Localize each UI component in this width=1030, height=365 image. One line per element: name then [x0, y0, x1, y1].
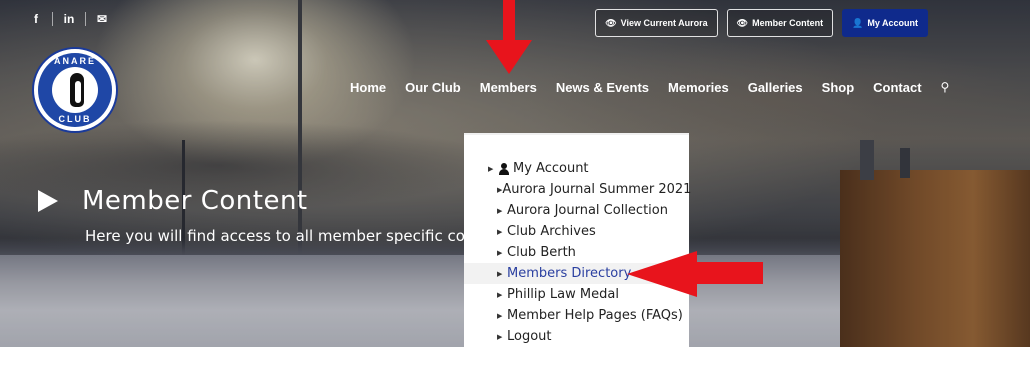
menu-item-label: Aurora Journal Collection [507, 203, 668, 218]
social-links: f in ✉ [28, 12, 110, 26]
page-title: Member Content [82, 186, 308, 216]
menu-item-label: My Account [513, 161, 589, 176]
eye-icon: 👁 [736, 17, 749, 28]
arrow-head [627, 251, 697, 297]
divider [85, 12, 86, 26]
caret-right-icon: ▶ [497, 227, 503, 236]
top-buttons: 👁 View Current Aurora 👁 Member Content 👤… [595, 9, 928, 37]
menu-item-label: Phillip Law Medal [507, 287, 619, 302]
facebook-icon[interactable]: f [28, 12, 44, 26]
anare-club-logo[interactable]: ANARE CLUB [32, 47, 118, 133]
logo-text-bottom: CLUB [58, 114, 92, 124]
page-subtitle: Here you will find access to all member … [85, 227, 505, 245]
button-label: My Account [867, 18, 918, 28]
view-current-aurora-button[interactable]: 👁 View Current Aurora [595, 9, 718, 37]
arrow-shaft [503, 0, 515, 44]
nav-news-events[interactable]: News & Events [556, 80, 649, 95]
menu-item-label: Club Archives [507, 224, 596, 239]
page-title-block: Member Content [38, 186, 308, 216]
nav-home[interactable]: Home [350, 80, 386, 95]
menu-item-club-archives[interactable]: ▶ Club Archives [464, 221, 689, 242]
button-label: View Current Aurora [620, 18, 708, 28]
caret-right-icon: ▶ [497, 206, 503, 215]
caret-right-icon: ▶ [497, 269, 503, 278]
nav-contact[interactable]: Contact [873, 80, 921, 95]
members-dropdown-menu: ▶ My Account ▶ Aurora Journal Summer 202… [464, 133, 692, 365]
nav-members[interactable]: Members [480, 80, 537, 95]
caret-right-icon: ▶ [497, 332, 503, 341]
nav-galleries[interactable]: Galleries [748, 80, 803, 95]
divider [52, 12, 53, 26]
menu-item-logout[interactable]: ▶ Logout [464, 326, 689, 347]
caret-right-icon: ▶ [497, 248, 503, 257]
member-content-button[interactable]: 👁 Member Content [726, 9, 834, 37]
annotation-arrow-down-icon [486, 0, 532, 75]
my-account-button[interactable]: 👤 My Account [842, 9, 928, 37]
arrow-head [486, 40, 532, 74]
annotation-arrow-left-icon [627, 251, 763, 297]
nav-memories[interactable]: Memories [668, 80, 729, 95]
menu-item-label: Aurora Journal Summer 2021 [502, 182, 692, 197]
menu-item-aurora-journal-summer-2021[interactable]: ▶ Aurora Journal Summer 2021 [464, 179, 692, 200]
menu-item-label: Club Berth [507, 245, 576, 260]
menu-item-label: Logout [507, 329, 552, 344]
user-icon [498, 162, 510, 175]
button-label: Member Content [752, 18, 824, 28]
caret-right-icon: ▶ [488, 164, 494, 173]
play-icon [38, 190, 58, 212]
caret-right-icon: ▶ [497, 290, 503, 299]
user-icon: 👤 [852, 17, 864, 28]
main-nav: Home Our Club Members News & Events Memo… [350, 80, 949, 95]
search-icon[interactable]: ⚲ [941, 80, 950, 95]
eye-icon: 👁 [605, 17, 617, 28]
menu-item-member-help-pages[interactable]: ▶ Member Help Pages (FAQs) [464, 305, 689, 326]
nav-our-club[interactable]: Our Club [405, 80, 461, 95]
menu-item-my-account[interactable]: ▶ My Account [464, 158, 689, 179]
penguin-belly [75, 81, 81, 103]
logo-text-top: ANARE [53, 56, 96, 66]
arrow-shaft [693, 262, 763, 284]
caret-right-icon: ▶ [497, 311, 503, 320]
menu-item-label: Members Directory [507, 266, 632, 281]
nav-shop[interactable]: Shop [822, 80, 855, 95]
menu-item-label: Member Help Pages (FAQs) [507, 308, 683, 323]
menu-item-aurora-journal-collection[interactable]: ▶ Aurora Journal Collection [464, 200, 689, 221]
envelope-icon[interactable]: ✉ [94, 12, 110, 26]
linkedin-icon[interactable]: in [61, 12, 77, 26]
